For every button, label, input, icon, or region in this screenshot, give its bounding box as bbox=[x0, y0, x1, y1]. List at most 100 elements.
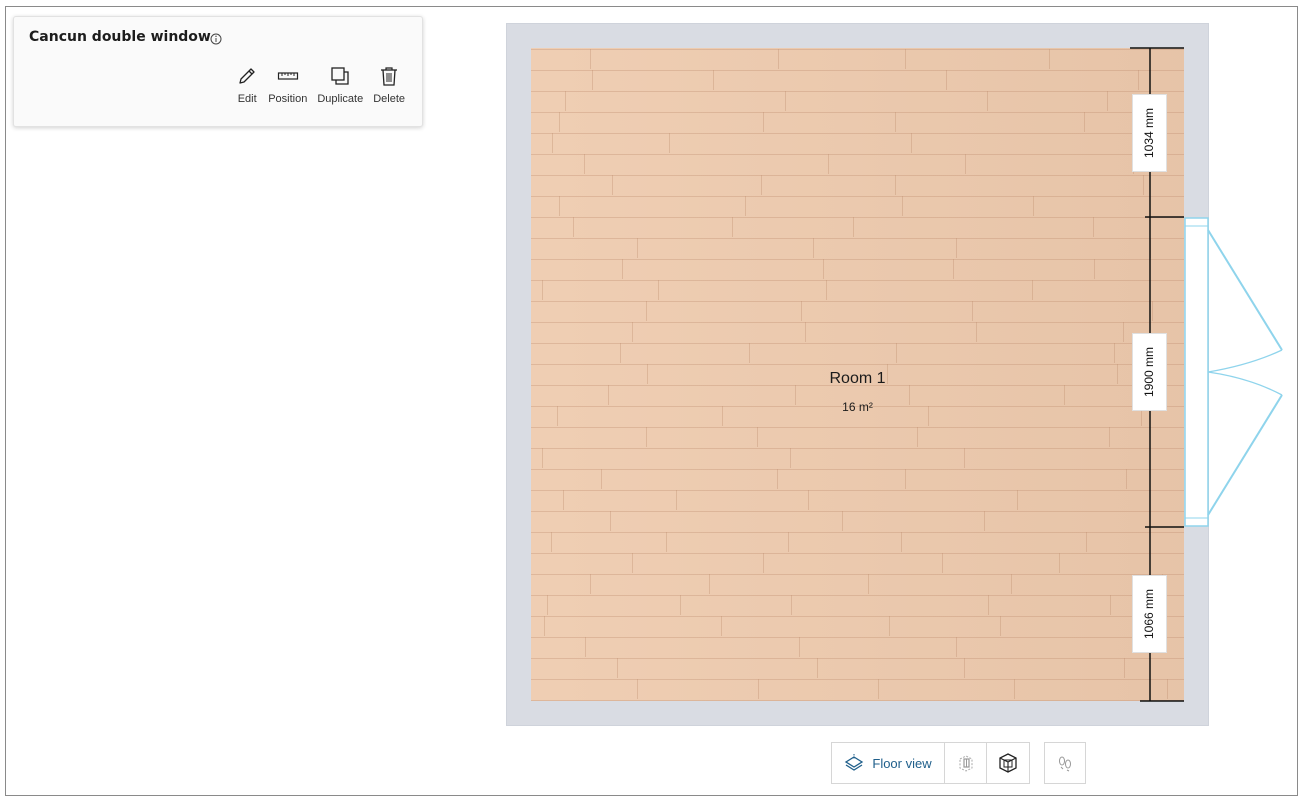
plank-seam bbox=[942, 553, 943, 573]
plank-seam bbox=[757, 427, 758, 447]
plank-seam bbox=[1150, 238, 1151, 258]
plank-seam bbox=[799, 637, 800, 657]
object-actions: Edit Position Duplicate Delete bbox=[226, 65, 405, 105]
3d-view-button[interactable] bbox=[987, 743, 1029, 783]
plank-seam bbox=[901, 532, 902, 552]
plank-seam bbox=[1059, 553, 1060, 573]
plank-seam bbox=[601, 469, 602, 489]
plank-seam bbox=[987, 91, 988, 111]
pencil-icon bbox=[239, 68, 255, 84]
plank-seam bbox=[896, 343, 897, 363]
plank-seam bbox=[917, 427, 918, 447]
plank-seam bbox=[542, 280, 543, 300]
floor-view-icon bbox=[845, 754, 864, 771]
room-area: 16 m² bbox=[842, 400, 873, 414]
plank-seam bbox=[791, 595, 792, 615]
plank-seam bbox=[1124, 658, 1125, 678]
plank-seam bbox=[1123, 322, 1124, 342]
plank-seam bbox=[669, 133, 670, 153]
plank-seam bbox=[1011, 574, 1012, 594]
plank-seam bbox=[1033, 196, 1034, 216]
plank-seam bbox=[585, 637, 586, 657]
plank-seam bbox=[976, 322, 977, 342]
plank-seam bbox=[745, 196, 746, 216]
plank-seam bbox=[790, 448, 791, 468]
plank-seam bbox=[676, 490, 677, 510]
plank-seam bbox=[547, 595, 548, 615]
plank-seam bbox=[1049, 49, 1050, 69]
plank-seam bbox=[622, 259, 623, 279]
plank-seam bbox=[828, 154, 829, 174]
plank-seam bbox=[905, 469, 906, 489]
wall-view-icon bbox=[959, 755, 972, 772]
walk-mode-button[interactable] bbox=[1044, 742, 1086, 784]
plank-seam bbox=[763, 112, 764, 132]
room-floor[interactable]: Room 1 16 m² bbox=[531, 48, 1184, 701]
plank-seam bbox=[542, 448, 543, 468]
footprints-icon bbox=[1059, 756, 1071, 772]
3d-view-icon bbox=[999, 753, 1017, 773]
plank-seam bbox=[763, 553, 764, 573]
plank-seam bbox=[1107, 91, 1108, 111]
plank-seam bbox=[1086, 532, 1087, 552]
duplicate-label: Duplicate bbox=[317, 93, 364, 105]
plank-seam bbox=[946, 70, 947, 90]
plank-seam bbox=[1093, 217, 1094, 237]
plank-seam bbox=[805, 322, 806, 342]
plank-seam bbox=[788, 532, 789, 552]
plank-seam bbox=[573, 217, 574, 237]
plank-seam bbox=[1167, 679, 1168, 699]
plank-seam bbox=[666, 532, 667, 552]
plank-seam bbox=[610, 511, 611, 531]
plank-seam bbox=[758, 679, 759, 699]
plank-seam bbox=[1114, 343, 1115, 363]
plank-seam bbox=[620, 343, 621, 363]
plank-seam bbox=[1110, 595, 1111, 615]
plank-seam bbox=[647, 364, 648, 384]
trash-icon bbox=[381, 67, 398, 86]
position-button[interactable]: Position bbox=[268, 65, 307, 105]
room-name: Room 1 bbox=[829, 370, 886, 387]
plank-seam bbox=[1094, 259, 1095, 279]
dimension-label-top[interactable]: 1034 mm bbox=[1132, 94, 1167, 172]
dimension-window-text: 1900 mm bbox=[1142, 346, 1157, 398]
plank-seam bbox=[646, 301, 647, 321]
plank-seam bbox=[559, 112, 560, 132]
plank-seam bbox=[761, 175, 762, 195]
plank-seam bbox=[895, 175, 896, 195]
floor-view-label: Floor view bbox=[872, 755, 932, 771]
plank-seam bbox=[1014, 679, 1015, 699]
edit-button[interactable]: Edit bbox=[236, 65, 258, 105]
plank-seam bbox=[632, 322, 633, 342]
plank-seam bbox=[887, 364, 888, 384]
plank-seam bbox=[801, 301, 802, 321]
plank-seam bbox=[1032, 280, 1033, 300]
plank-seam bbox=[813, 238, 814, 258]
dimension-bottom-text: 1066 mm bbox=[1142, 588, 1157, 640]
plank-seam bbox=[777, 469, 778, 489]
plank-seam bbox=[964, 658, 965, 678]
plank-seam bbox=[909, 385, 910, 405]
plank-seam bbox=[1000, 616, 1001, 636]
delete-button[interactable]: Delete bbox=[373, 65, 405, 105]
plank-seam bbox=[732, 217, 733, 237]
plank-seam bbox=[1117, 364, 1118, 384]
wall-view-button[interactable] bbox=[945, 743, 987, 783]
info-icon[interactable] bbox=[210, 33, 222, 45]
plank-seam bbox=[965, 154, 966, 174]
plank-seam bbox=[1152, 301, 1153, 321]
dimension-label-window[interactable]: 1900 mm bbox=[1132, 333, 1167, 411]
plank-seam bbox=[905, 49, 906, 69]
plank-seam bbox=[709, 574, 710, 594]
plank-seam bbox=[823, 259, 824, 279]
plank-seam bbox=[1064, 385, 1065, 405]
plank-seam bbox=[902, 196, 903, 216]
dimension-label-bottom[interactable]: 1066 mm bbox=[1132, 575, 1167, 653]
dimension-top-text: 1034 mm bbox=[1142, 107, 1157, 159]
duplicate-button[interactable]: Duplicate bbox=[317, 65, 363, 105]
plank-seam bbox=[878, 679, 879, 699]
plank-seam bbox=[928, 406, 929, 426]
plank-seam bbox=[842, 511, 843, 531]
plank-seam bbox=[795, 385, 796, 405]
floor-view-button[interactable]: Floor view bbox=[832, 743, 945, 783]
